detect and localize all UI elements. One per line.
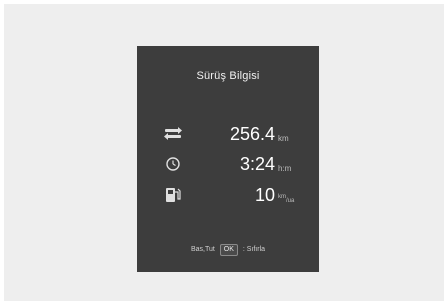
clock-icon [163, 155, 183, 173]
time-unit: h:m [278, 164, 292, 173]
fuel-economy-unit: km/ua [278, 194, 295, 204]
fuel-pump-icon [163, 186, 183, 204]
ok-button[interactable]: OK [219, 244, 238, 256]
distance-row: 256.4 km [137, 122, 319, 148]
distance-unit: km [278, 134, 289, 143]
time-value: 3:24 [239, 154, 275, 174]
page-background: Sürüş Bilgisi 256.4 km 3:24 h:m 10 km/ua… [4, 4, 444, 301]
fuel-economy-row: 10 km/ua [137, 183, 319, 209]
fuel-economy-value: 10 [254, 185, 275, 205]
screen-title: Sürüş Bilgisi [196, 70, 260, 82]
hint-suffix: : Sıfırla [242, 246, 266, 253]
trip-info-screen: Sürüş Bilgisi 256.4 km 3:24 h:m 10 km/ua… [137, 46, 319, 272]
time-row: 3:24 h:m [137, 152, 319, 178]
distance-value: 256.4 [229, 124, 275, 144]
trip-distance-icon [163, 125, 183, 143]
reset-hint: Bas,Tut OK : Sıfırla [137, 244, 319, 256]
hint-prefix: Bas,Tut [190, 246, 215, 253]
